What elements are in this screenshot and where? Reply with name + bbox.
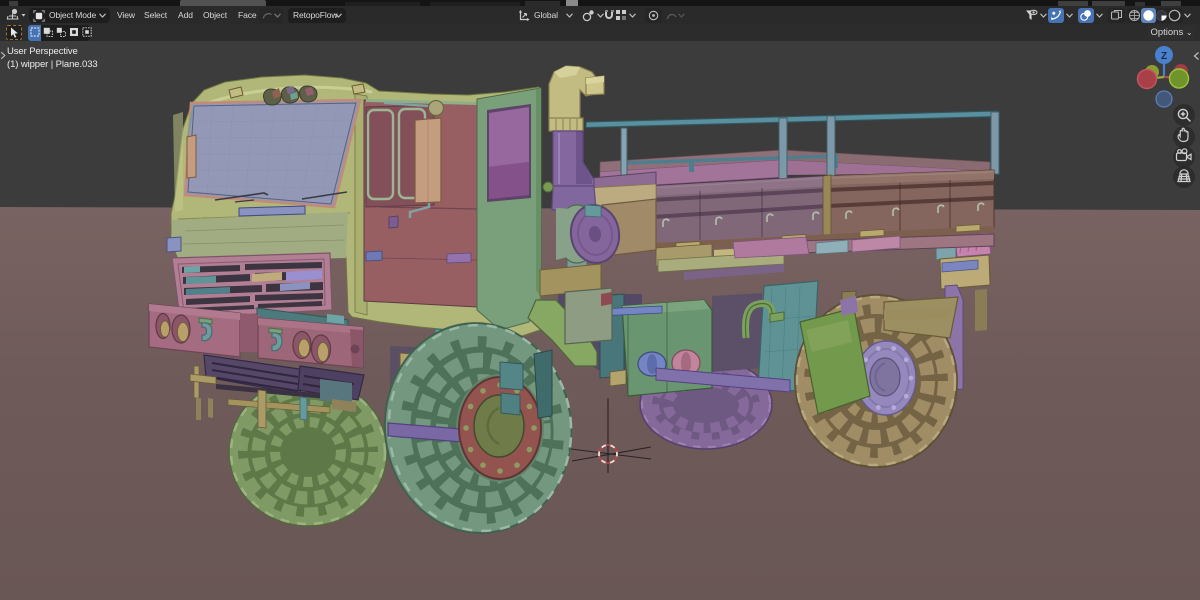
svg-text:Z: Z: [1161, 51, 1167, 62]
